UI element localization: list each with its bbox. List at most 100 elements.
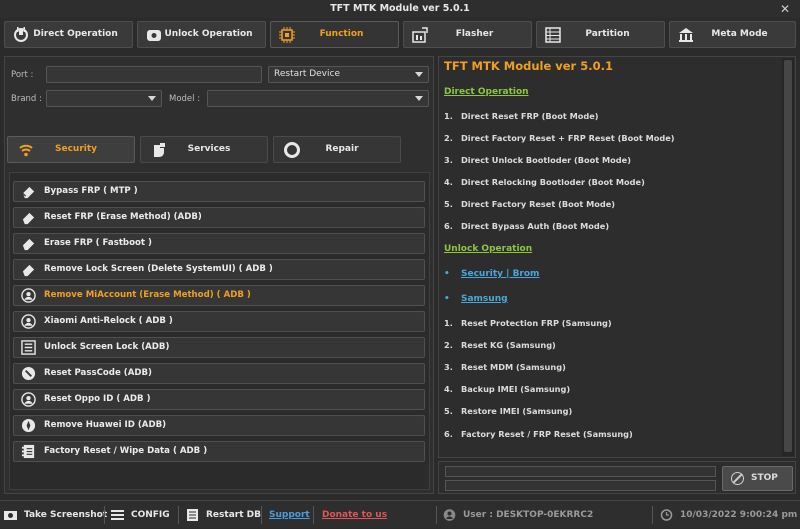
fn-label: Bypass FRP ( MTP ): [44, 186, 138, 196]
port-input[interactable]: [46, 66, 262, 83]
log-bullet[interactable]: • Security | Brom: [444, 269, 539, 279]
log-heading-direct[interactable]: Direct Operation: [444, 87, 529, 97]
user-icon: [443, 509, 456, 521]
nav-partition[interactable]: Partition: [536, 21, 665, 48]
clock-icon: [660, 509, 673, 521]
support-link[interactable]: Support: [269, 501, 310, 529]
log-item: 4. Backup IMEI (Samsung): [444, 384, 571, 394]
log-panel: TFT MTK Module ver 5.0.1 Direct Operatio…: [438, 56, 796, 458]
fn-label: Reset PassCode (ADB): [44, 368, 152, 378]
eraser-icon: [22, 212, 35, 225]
huawei-icon: [21, 418, 36, 433]
log-title: TFT MTK Module ver 5.0.1: [444, 59, 613, 73]
tab-repair[interactable]: Repair: [273, 136, 401, 163]
datetime-display: 10/03/2022 9:00:24 pm: [660, 501, 797, 529]
log-heading-unlock[interactable]: Unlock Operation: [444, 244, 532, 254]
eraser-icon: [22, 186, 35, 199]
brand-select[interactable]: [46, 90, 162, 107]
restart-db-button[interactable]: Restart DB: [186, 501, 261, 529]
fn-unlock-screen-lock[interactable]: Unlock Screen Lock (ADB): [13, 337, 425, 358]
fn-erase-frp-fastboot[interactable]: Erase FRP ( Fastboot ): [13, 233, 425, 254]
book-icon: [21, 444, 35, 459]
nav-unlock-operation[interactable]: Unlock Operation: [137, 21, 266, 48]
log-item: 3. Reset MDM (Samsung): [444, 362, 566, 372]
account-icon: [21, 392, 36, 407]
log-item: 5. Direct Factory Reset (Boot Mode): [444, 199, 616, 209]
stop-button[interactable]: STOP: [722, 466, 793, 491]
progress-bar-2: [445, 480, 716, 491]
brand-label: Brand :: [11, 94, 42, 104]
model-select[interactable]: [207, 90, 429, 107]
divider: [104, 506, 105, 524]
divider: [652, 506, 653, 524]
tab-label: Repair: [325, 144, 359, 154]
database-icon: [187, 509, 198, 521]
donate-link[interactable]: Donate to us: [322, 501, 387, 529]
fn-label: Remove MiAccount (Erase Method) ( ADB ): [44, 290, 251, 300]
function-list: Bypass FRP ( MTP ) Reset FRP (Erase Meth…: [9, 172, 430, 490]
log-item: 5. Restore IMEI (Samsung): [444, 406, 573, 416]
chevron-down-icon: [415, 96, 423, 101]
fn-reset-frp-erase[interactable]: Reset FRP (Erase Method) (ADB): [13, 207, 425, 228]
take-screenshot-button[interactable]: Take Screenshot: [4, 501, 107, 529]
tab-label: Services: [187, 144, 231, 154]
fn-remove-huawei-id[interactable]: Remove Huawei ID (ADB): [13, 415, 425, 436]
nav-direct-operation[interactable]: Direct Operation: [4, 21, 133, 48]
log-item: 6. Factory Reset / FRP Reset (Samsung): [444, 429, 633, 439]
divider: [313, 506, 314, 524]
user-info: User : DESKTOP-0EKRRC2: [443, 501, 643, 529]
stop-icon: [731, 472, 744, 485]
progress-bar-1: [445, 466, 716, 477]
scrollbar-thumb[interactable]: [784, 60, 792, 452]
fn-label: Reset FRP (Erase Method) (ADB): [44, 212, 202, 222]
nav-label: Unlock Operation: [164, 29, 253, 39]
nav-label: Partition: [585, 29, 630, 39]
log-scrollbar[interactable]: [782, 58, 794, 456]
nav-flasher[interactable]: Flasher: [403, 21, 532, 48]
fn-label: Reset Oppo ID ( ADB ): [44, 394, 151, 404]
account-icon: [21, 288, 36, 303]
divider: [436, 506, 437, 524]
eraser-icon: [22, 264, 35, 277]
log-item: 1. Direct Reset FRP (Boot Mode): [444, 111, 599, 121]
fn-xiaomi-anti-relock[interactable]: Xiaomi Anti-Relock ( ADB ): [13, 311, 425, 332]
nav-label: Meta Mode: [711, 29, 768, 39]
fn-label: Erase FRP ( Fastboot ): [44, 238, 152, 248]
fn-label: Remove Huawei ID (ADB): [44, 420, 167, 430]
config-button[interactable]: CONFIG: [111, 501, 171, 529]
fn-label: Remove Lock Screen (Delete SystemUI) ( A…: [44, 264, 273, 274]
status-bar: Take Screenshot CONFIG Restart DB Suppor…: [0, 500, 800, 528]
fn-factory-reset[interactable]: Factory Reset / Wipe Data ( ADB ): [13, 441, 425, 462]
fn-bypass-frp-mtp[interactable]: Bypass FRP ( MTP ): [13, 181, 425, 202]
tab-security[interactable]: Security: [7, 136, 135, 163]
log-bullet[interactable]: • Samsung: [444, 294, 508, 304]
fn-reset-oppo-id[interactable]: Reset Oppo ID ( ADB ): [13, 389, 425, 410]
tab-services[interactable]: Services: [140, 136, 268, 163]
mode-select-value: Restart Device: [274, 69, 340, 79]
account-icon: [21, 314, 36, 329]
mode-select[interactable]: Restart Device: [268, 66, 429, 83]
close-icon[interactable]: ✕: [780, 0, 790, 18]
left-panel: Port : Restart Device Brand : Model : Se…: [4, 56, 434, 494]
tab-label: Security: [54, 144, 98, 154]
chevron-down-icon: [415, 72, 423, 77]
divider: [261, 506, 262, 524]
log-item: 6. Direct Bypass Auth (Boot Mode): [444, 221, 610, 231]
nav-label: Function: [319, 29, 364, 39]
nav-meta-mode[interactable]: Meta Mode: [669, 21, 796, 48]
fn-label: Factory Reset / Wipe Data ( ADB ): [44, 446, 208, 456]
log-item: 4. Direct Relocking Bootloder (Boot Mode): [444, 177, 645, 187]
fn-remove-lock-screen[interactable]: Remove Lock Screen (Delete SystemUI) ( A…: [13, 259, 425, 280]
top-nav: Direct Operation Unlock Operation Functi…: [4, 21, 796, 49]
log-item: 2. Direct Factory Reset + FRP Reset (Boot…: [444, 133, 675, 143]
port-label: Port :: [11, 70, 34, 80]
stop-label: STOP: [751, 473, 778, 483]
fn-reset-passcode[interactable]: Reset PassCode (ADB): [13, 363, 425, 384]
camera-icon: [4, 511, 17, 520]
nav-function[interactable]: Function: [270, 21, 399, 48]
title-bar: TFT MTK Module ver 5.0.1 ✕: [0, 0, 800, 18]
log-item: 3. Direct Unlock Bootloder (Boot Mode): [444, 155, 631, 165]
fn-remove-miaccount[interactable]: Remove MiAccount (Erase Method) ( ADB ): [13, 285, 425, 306]
list-icon: [21, 340, 36, 355]
window-title: TFT MTK Module ver 5.0.1: [330, 3, 470, 14]
